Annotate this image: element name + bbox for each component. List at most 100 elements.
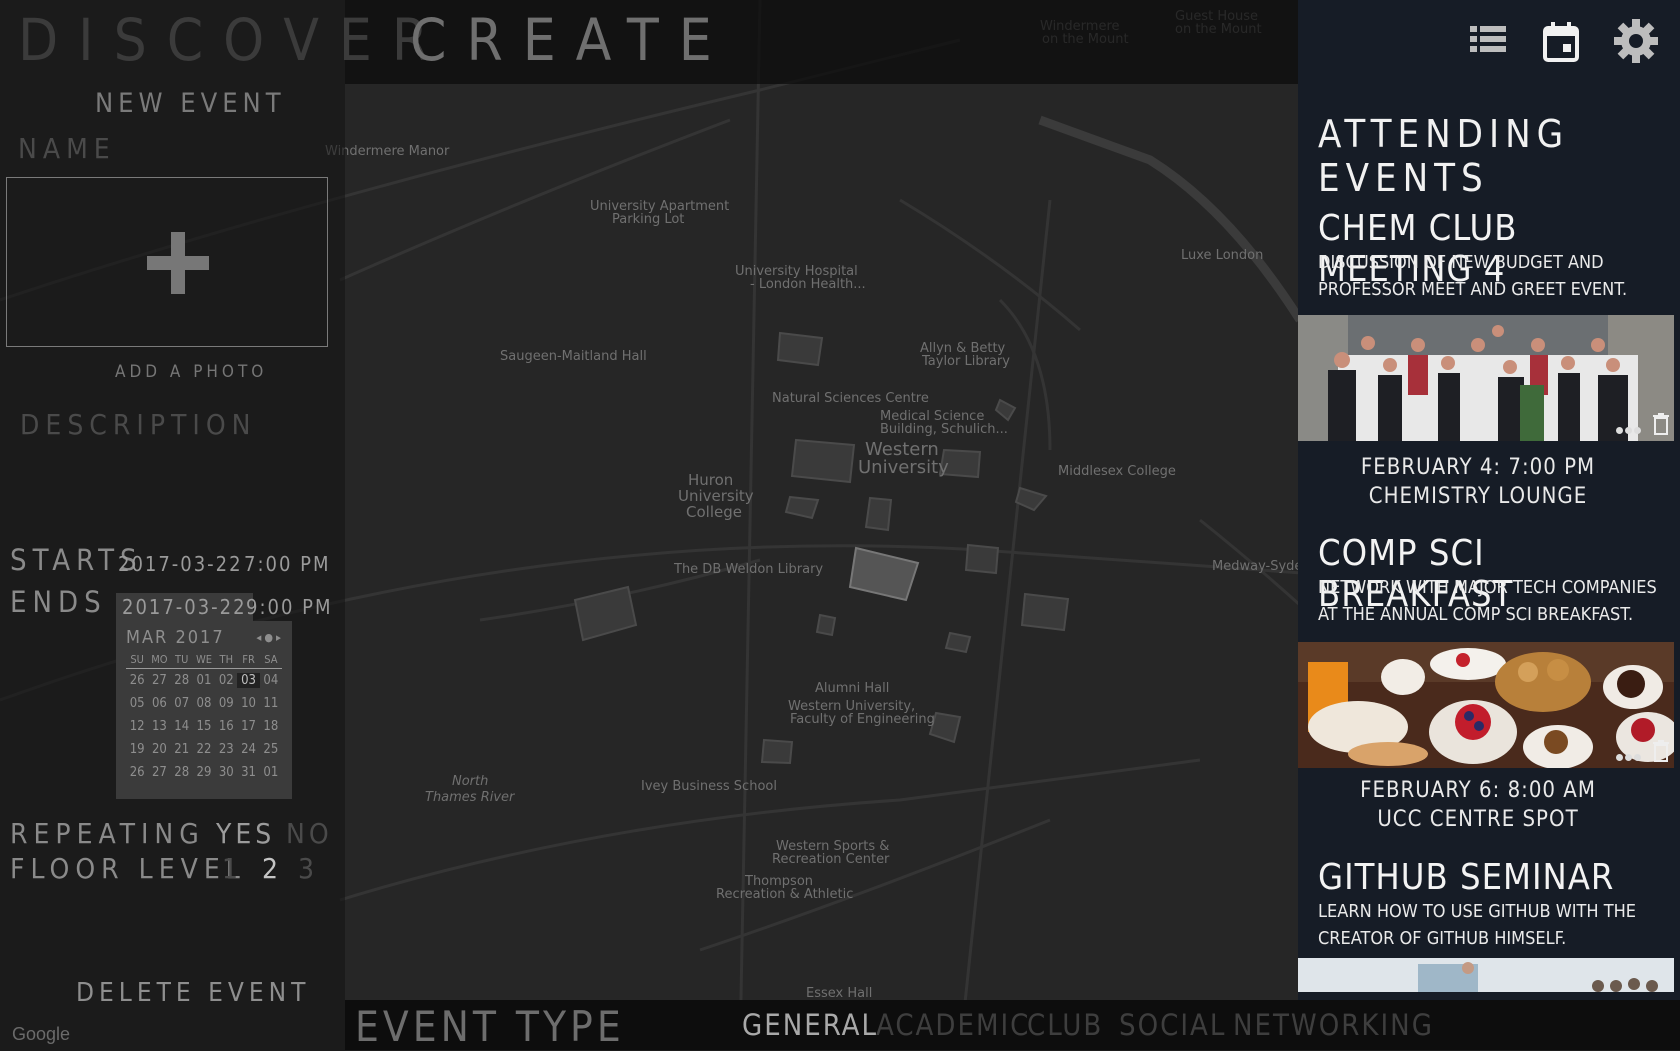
svg-text:Faculty of Engineering: Faculty of Engineering bbox=[790, 712, 935, 727]
nav-discover[interactable]: DISCOVER bbox=[18, 6, 448, 74]
event-location: CHEMISTRY LOUNGE bbox=[1368, 484, 1588, 509]
calendar-day[interactable]: 07 bbox=[171, 696, 193, 711]
calendar-day[interactable]: 05 bbox=[126, 696, 148, 711]
calendar-day[interactable]: 01 bbox=[260, 765, 282, 780]
svg-text:Ivey Business School: Ivey Business School bbox=[641, 779, 777, 794]
start-date-field[interactable]: 2017-03-22 bbox=[118, 552, 243, 576]
event-datetime: FEBRUARY 6: 8:00 AM bbox=[1360, 778, 1596, 803]
calendar-day[interactable]: 26 bbox=[126, 673, 148, 688]
calendar-month: MAR 2017 bbox=[126, 627, 225, 648]
add-photo-dropzone[interactable] bbox=[6, 177, 328, 347]
calendar-day[interactable]: 25 bbox=[260, 742, 282, 757]
end-date-field[interactable]: 2017-03-22 bbox=[116, 593, 253, 621]
calendar-day[interactable]: 29 bbox=[193, 765, 215, 780]
start-time-field[interactable]: 7:00 PM bbox=[244, 552, 331, 576]
repeating-label: REPEATING bbox=[10, 817, 205, 850]
calendar-day[interactable]: 08 bbox=[193, 696, 215, 711]
calendar-day[interactable]: 27 bbox=[148, 673, 170, 688]
event-photo[interactable] bbox=[1298, 642, 1674, 768]
calendar-day[interactable]: 15 bbox=[193, 719, 215, 734]
floor-option-1[interactable]: 1 bbox=[222, 852, 242, 885]
calendar-day[interactable]: 04 bbox=[260, 673, 282, 688]
svg-text:Parking Lot: Parking Lot bbox=[612, 212, 684, 227]
calendar-day[interactable]: 20 bbox=[148, 742, 170, 757]
svg-text:University: University bbox=[858, 457, 949, 478]
event-type-club[interactable]: CLUB bbox=[1027, 1008, 1103, 1042]
calendar-weekday: MO bbox=[151, 653, 168, 666]
calendar-day[interactable]: 26 bbox=[126, 765, 148, 780]
floor-level-label: FLOOR LEVEL bbox=[10, 852, 246, 885]
name-field[interactable]: NAME bbox=[18, 132, 116, 165]
event-type-general[interactable]: GENERAL bbox=[742, 1008, 878, 1042]
floor-option-3[interactable]: 3 bbox=[298, 852, 318, 885]
calendar-day[interactable]: 24 bbox=[237, 742, 259, 757]
event-type-label: EVENT TYPE bbox=[355, 1002, 625, 1051]
event-type-social[interactable]: SOCIAL bbox=[1119, 1008, 1226, 1042]
calendar-day[interactable]: 03 bbox=[237, 673, 260, 688]
calendar-day[interactable]: 23 bbox=[215, 742, 237, 757]
calendar-day[interactable]: 27 bbox=[148, 765, 170, 780]
svg-text:Luxe London: Luxe London bbox=[1181, 248, 1263, 263]
event-description: NETWORK WITH MAJOR TECH COMPANIES AT THE… bbox=[1318, 577, 1657, 625]
svg-text:College: College bbox=[686, 503, 742, 521]
calendar-nav[interactable]: ◂●▸ bbox=[256, 631, 284, 644]
calendar-day[interactable]: 09 bbox=[215, 696, 237, 711]
calendar-day[interactable]: 18 bbox=[260, 719, 282, 734]
trash-icon[interactable] bbox=[1652, 740, 1670, 762]
svg-text:Alumni Hall: Alumni Hall bbox=[815, 681, 889, 696]
event-type-networking[interactable]: NETWORKING bbox=[1233, 1008, 1434, 1042]
event-photo[interactable] bbox=[1298, 315, 1674, 441]
calendar-day[interactable]: 16 bbox=[215, 719, 237, 734]
calendar-weekdays: SU MO TU WE TH FR SA bbox=[126, 653, 282, 669]
svg-text:Recreation Center: Recreation Center bbox=[772, 852, 890, 867]
description-field[interactable]: DESCRIPTION bbox=[20, 408, 257, 441]
event-title[interactable]: GITHUB SEMINAR bbox=[1318, 857, 1614, 898]
calendar-day[interactable]: 02 bbox=[215, 673, 237, 688]
more-options-icon[interactable] bbox=[1616, 419, 1646, 434]
calendar-days[interactable]: 26 27 28 01 02 03 04 05 06 07 08 09 10 11 12 13 14 15 16 17… bbox=[126, 673, 282, 780]
date-picker[interactable]: MAR 2017 ◂●▸ SU MO TU WE TH FR SA 26 27 28 01 02 03… bbox=[116, 621, 292, 799]
calendar-day[interactable]: 19 bbox=[126, 742, 148, 757]
delete-event-button[interactable]: DELETE EVENT bbox=[76, 978, 310, 1008]
attending-events-title: ATTENDING EVENTS bbox=[1318, 112, 1570, 200]
calendar-day[interactable]: 13 bbox=[148, 719, 170, 734]
calendar-weekday: FR bbox=[242, 653, 255, 666]
calendar-next-icon[interactable]: ▸ bbox=[276, 631, 284, 644]
calendar-day[interactable]: 12 bbox=[126, 719, 148, 734]
calendar-icon[interactable] bbox=[1543, 22, 1579, 62]
gear-icon[interactable] bbox=[1613, 18, 1659, 64]
calendar-day[interactable]: 06 bbox=[148, 696, 170, 711]
svg-text:Building, Schulich...: Building, Schulich... bbox=[880, 422, 1008, 437]
svg-text:- London Health...: - London Health... bbox=[750, 277, 866, 292]
calendar-day[interactable]: 22 bbox=[193, 742, 215, 757]
calendar-weekday: TH bbox=[219, 653, 234, 666]
calendar-day[interactable]: 17 bbox=[237, 719, 259, 734]
calendar-day[interactable]: 28 bbox=[171, 673, 193, 688]
repeating-no-option[interactable]: NO bbox=[286, 817, 333, 850]
calendar-day[interactable]: 31 bbox=[237, 765, 259, 780]
event-photo[interactable] bbox=[1298, 958, 1674, 992]
floor-option-2[interactable]: 2 bbox=[262, 852, 282, 885]
nav-create[interactable]: CREATE bbox=[410, 6, 732, 74]
svg-text:Essex Hall: Essex Hall bbox=[806, 986, 872, 1001]
svg-text:The DB Weldon Library: The DB Weldon Library bbox=[673, 562, 823, 577]
google-attribution: Google bbox=[12, 1024, 71, 1044]
calendar-day[interactable]: 11 bbox=[260, 696, 282, 711]
calendar-today-icon[interactable]: ● bbox=[264, 631, 276, 644]
calendar-day[interactable]: 28 bbox=[171, 765, 193, 780]
calendar-day[interactable]: 01 bbox=[193, 673, 215, 688]
more-options-icon[interactable] bbox=[1616, 746, 1646, 761]
repeating-yes-option[interactable]: YES bbox=[216, 817, 275, 850]
trash-icon[interactable] bbox=[1652, 413, 1670, 435]
calendar-day[interactable]: 30 bbox=[215, 765, 237, 780]
calendar-day[interactable]: 21 bbox=[171, 742, 193, 757]
svg-text:Taylor Library: Taylor Library bbox=[921, 354, 1010, 369]
calendar-day[interactable]: 14 bbox=[171, 719, 193, 734]
ends-label: ENDS bbox=[10, 585, 107, 619]
end-time-field[interactable]: 9:00 PM bbox=[246, 595, 333, 619]
list-icon[interactable] bbox=[1470, 22, 1506, 56]
calendar-weekday: WE bbox=[195, 653, 213, 666]
event-type-academic[interactable]: ACADEMIC bbox=[876, 1008, 1030, 1042]
calendar-day[interactable]: 10 bbox=[237, 696, 259, 711]
calendar-weekday: TU bbox=[175, 653, 189, 666]
